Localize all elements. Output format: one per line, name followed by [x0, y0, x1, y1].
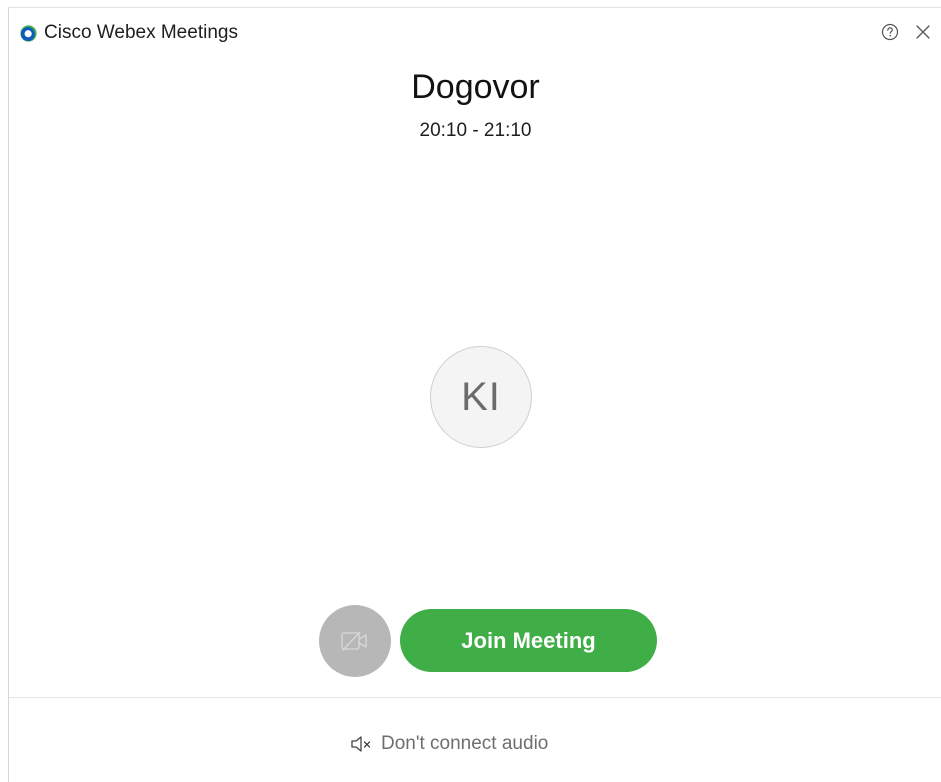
- title-bar: Cisco Webex Meetings: [9, 8, 941, 50]
- audio-option-label: Don't connect audio: [381, 733, 549, 754]
- join-meeting-button[interactable]: Join Meeting: [400, 609, 657, 672]
- speaker-muted-icon: [351, 736, 371, 752]
- help-icon[interactable]: [880, 22, 900, 42]
- avatar: KI: [430, 346, 532, 448]
- dont-connect-audio-option[interactable]: Don't connect audio: [350, 732, 548, 756]
- app-title: Cisco Webex Meetings: [44, 22, 238, 43]
- footer-divider: [9, 697, 941, 698]
- webex-meeting-window: Cisco Webex Meetings Dogovor 20:10 - 21:…: [8, 7, 941, 782]
- webex-logo-icon: [20, 25, 37, 42]
- video-toggle-button[interactable]: [319, 605, 391, 677]
- meeting-time: 20:10 - 21:10: [419, 120, 532, 141]
- avatar-initials: KI: [461, 374, 501, 419]
- close-icon[interactable]: [913, 22, 933, 42]
- video-off-icon: [341, 631, 367, 651]
- meeting-title: Dogovor: [411, 68, 540, 106]
